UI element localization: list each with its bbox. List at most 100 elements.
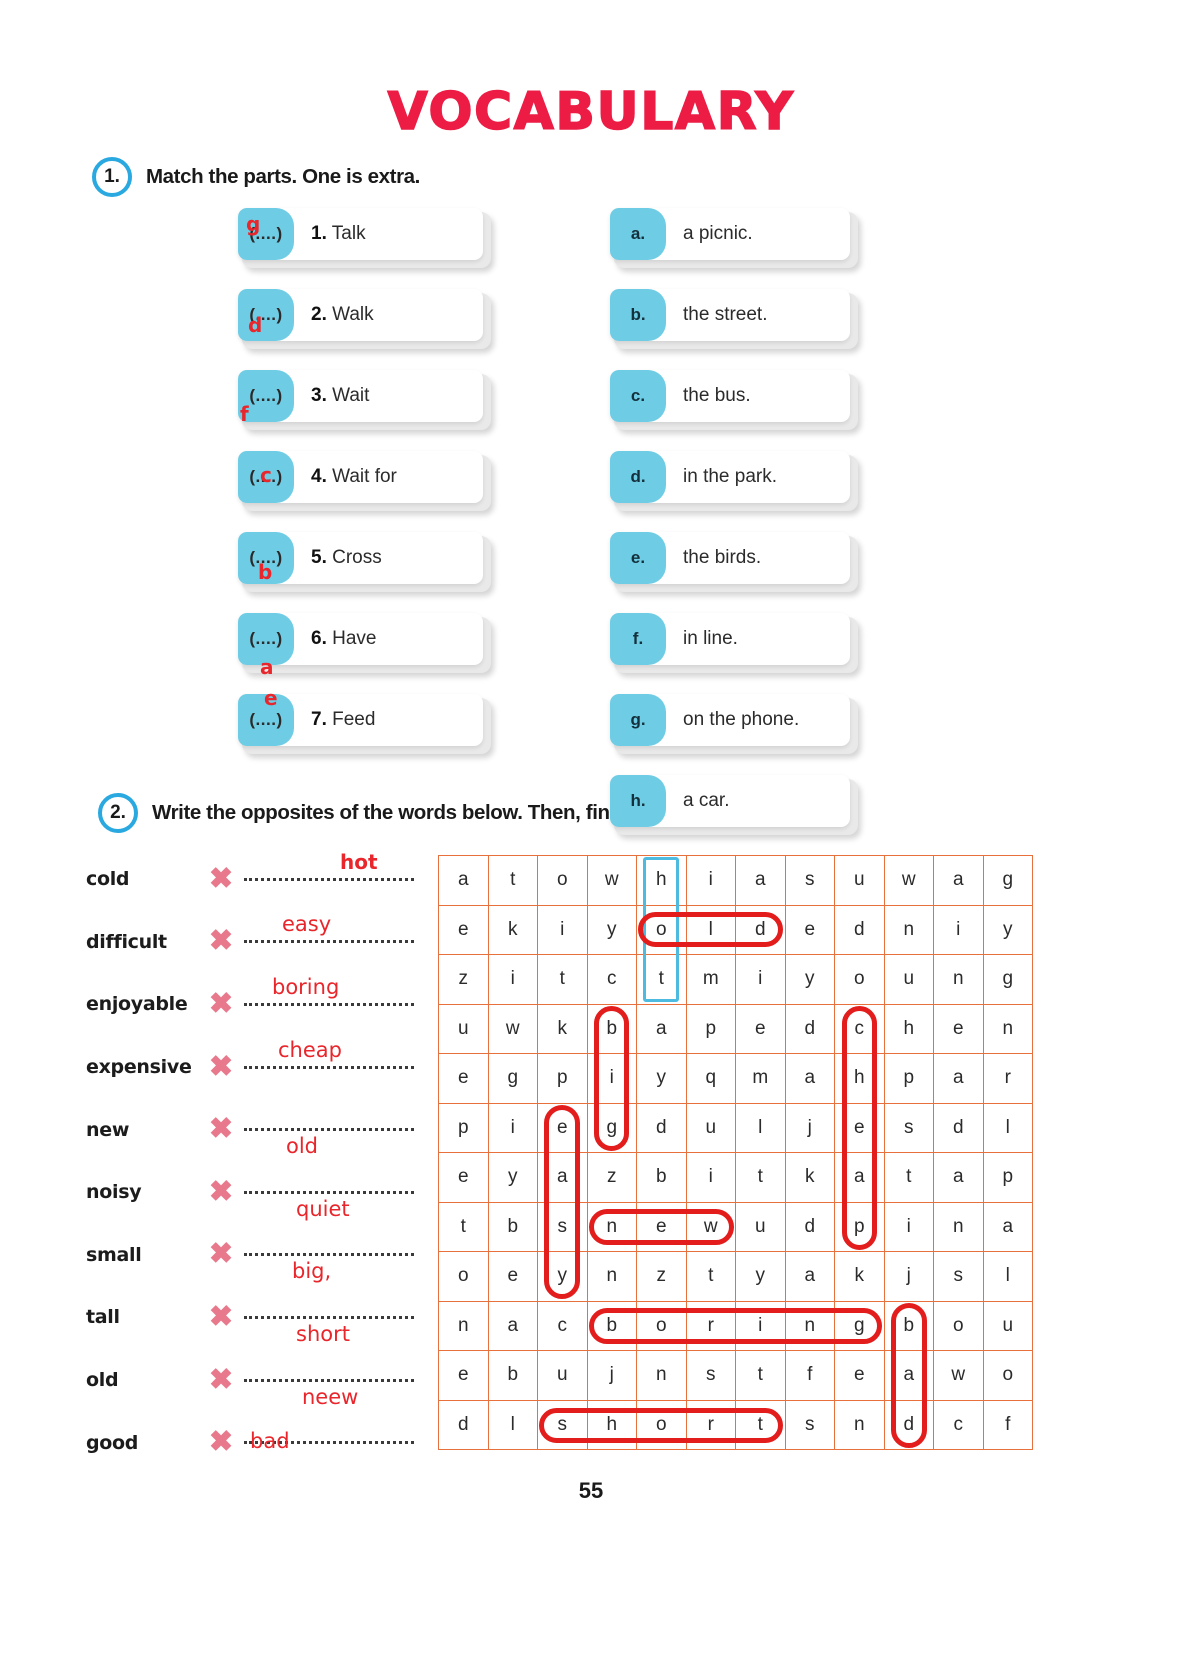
puzzle-cell[interactable]: u [982,1300,1033,1351]
puzzle-cell[interactable]: h [586,1399,637,1450]
puzzle-cell[interactable]: q [685,1053,736,1104]
puzzle-cell[interactable]: k [784,1152,835,1203]
puzzle-cell[interactable]: r [982,1053,1033,1104]
answer-line[interactable]: hot [244,850,414,881]
puzzle-cell[interactable]: a [933,1053,984,1104]
puzzle-cell[interactable]: n [636,1350,687,1401]
puzzle-cell[interactable]: e [537,1102,588,1153]
puzzle-cell[interactable]: p [537,1053,588,1104]
puzzle-cell[interactable]: n [933,954,984,1005]
puzzle-cell[interactable]: i [735,954,786,1005]
puzzle-cell[interactable]: t [883,1152,934,1203]
puzzle-cell[interactable]: l [685,904,736,955]
puzzle-cell[interactable]: w [586,855,637,906]
puzzle-cell[interactable]: a [438,855,489,906]
puzzle-cell[interactable]: l [735,1102,786,1153]
puzzle-cell[interactable]: a [883,1350,934,1401]
puzzle-cell[interactable]: c [537,1300,588,1351]
puzzle-cell[interactable]: p [438,1102,489,1153]
puzzle-cell[interactable]: n [784,1300,835,1351]
puzzle-cell[interactable]: a [784,1251,835,1302]
puzzle-cell[interactable]: e [834,1350,885,1401]
match-item-right[interactable]: d. in the park. [610,451,858,511]
match-item-right[interactable]: b. the street. [610,289,858,349]
match-item-right[interactable]: c. the bus. [610,370,858,430]
puzzle-cell[interactable]: e [933,1003,984,1054]
puzzle-cell[interactable]: a [784,1053,835,1104]
match-item-right[interactable]: g. on the phone. [610,694,858,754]
answer-line[interactable]: cheap [244,1038,414,1069]
answer-blank[interactable]: (....) a [238,613,294,677]
puzzle-cell[interactable]: u [537,1350,588,1401]
puzzle-cell[interactable]: y [487,1152,538,1203]
answer-line[interactable]: bad [244,1429,414,1453]
puzzle-cell[interactable]: n [586,1251,637,1302]
puzzle-cell[interactable]: h [834,1053,885,1104]
puzzle-cell[interactable]: u [834,855,885,906]
puzzle-cell[interactable]: l [982,1251,1033,1302]
match-item-left[interactable]: (....) a 6. Have [238,613,491,677]
puzzle-cell[interactable]: d [784,1201,835,1252]
puzzle-cell[interactable]: t [735,1399,786,1450]
puzzle-cell[interactable]: o [834,954,885,1005]
puzzle-cell[interactable]: s [537,1399,588,1450]
puzzle-cell[interactable]: w [883,855,934,906]
puzzle-cell[interactable]: f [982,1399,1033,1450]
puzzle-cell[interactable]: k [537,1003,588,1054]
puzzle-cell[interactable]: w [487,1003,538,1054]
puzzle-cell[interactable]: y [586,904,637,955]
puzzle-cell[interactable]: i [933,904,984,955]
match-item-right[interactable]: a. a picnic. [610,208,858,268]
puzzle-cell[interactable]: t [537,954,588,1005]
puzzle-cell[interactable]: a [735,855,786,906]
puzzle-cell[interactable]: m [685,954,736,1005]
puzzle-cell[interactable]: n [883,904,934,955]
answer-line[interactable]: big, [244,1253,414,1283]
puzzle-cell[interactable]: o [438,1251,489,1302]
match-item-left[interactable]: (....) d 2. Walk [238,289,491,349]
puzzle-cell[interactable]: e [636,1201,687,1252]
puzzle-cell[interactable]: t [487,855,538,906]
puzzle-cell[interactable]: u [685,1102,736,1153]
puzzle-cell[interactable]: k [487,904,538,955]
puzzle-cell[interactable]: o [537,855,588,906]
puzzle-cell[interactable]: d [438,1399,489,1450]
answer-blank[interactable]: (....) f [238,370,294,424]
puzzle-cell[interactable]: b [487,1350,538,1401]
puzzle-cell[interactable]: e [487,1251,538,1302]
puzzle-cell[interactable]: a [834,1152,885,1203]
puzzle-cell[interactable]: n [438,1300,489,1351]
puzzle-cell[interactable]: o [982,1350,1033,1401]
puzzle-cell[interactable]: r [685,1300,736,1351]
puzzle-cell[interactable]: s [883,1102,934,1153]
puzzle-cell[interactable]: s [537,1201,588,1252]
puzzle-cell[interactable]: u [438,1003,489,1054]
match-item-right[interactable]: h. a car. [610,775,858,835]
puzzle-cell[interactable]: e [438,1053,489,1104]
puzzle-cell[interactable]: y [636,1053,687,1104]
puzzle-cell[interactable]: u [735,1201,786,1252]
puzzle-cell[interactable]: b [487,1201,538,1252]
puzzle-cell[interactable]: e [438,904,489,955]
answer-line[interactable]: old [244,1128,414,1158]
match-item-left[interactable]: (....) b 5. Cross [238,532,491,592]
puzzle-cell[interactable]: a [636,1003,687,1054]
puzzle-cell[interactable]: e [438,1152,489,1203]
puzzle-cell[interactable]: o [636,1399,687,1450]
puzzle-cell[interactable]: s [933,1251,984,1302]
puzzle-cell[interactable]: y [982,904,1033,955]
puzzle-cell[interactable]: b [883,1300,934,1351]
puzzle-cell[interactable]: i [586,1053,637,1104]
puzzle-cell[interactable]: z [438,954,489,1005]
answer-line[interactable]: short [244,1315,414,1346]
match-item-left[interactable]: (....) e 7. Feed [238,688,491,754]
puzzle-cell[interactable]: g [982,855,1033,906]
puzzle-cell[interactable]: i [537,904,588,955]
puzzle-cell[interactable]: t [685,1251,736,1302]
puzzle-cell[interactable]: s [784,855,835,906]
puzzle-cell[interactable]: l [487,1399,538,1450]
puzzle-cell[interactable]: j [883,1251,934,1302]
puzzle-cell[interactable]: b [586,1003,637,1054]
puzzle-cell[interactable]: c [933,1399,984,1450]
puzzle-cell[interactable]: n [933,1201,984,1252]
